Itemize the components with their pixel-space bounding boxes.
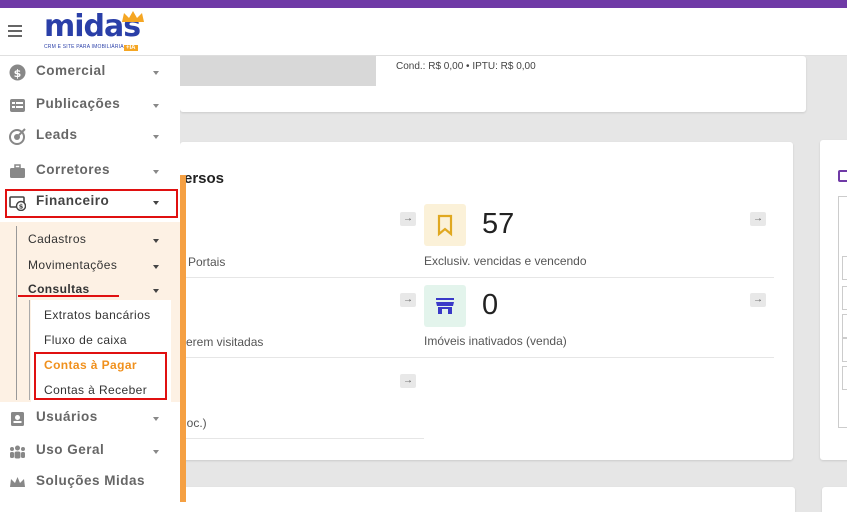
sidebar-item-label: Publicações	[36, 96, 121, 111]
highlight-financeiro	[5, 189, 178, 218]
midas-logo[interactable]: midas CRM E SITE PARA IMOBILIÁRIA +IA	[44, 11, 154, 56]
calendar-card	[820, 140, 847, 460]
stat-label: erem visitadas	[186, 335, 264, 349]
arrow-right-icon[interactable]: →	[750, 293, 766, 307]
calendar-cell[interactable]	[842, 256, 847, 280]
chevron-down-icon	[153, 265, 159, 269]
target-icon	[9, 128, 26, 145]
sidebar-item-solucoes-midas[interactable]: Soluções Midas	[0, 468, 180, 496]
dollar-icon: $	[9, 64, 26, 81]
arrow-right-icon[interactable]: →	[400, 293, 416, 307]
stat-label: Exclusiv. vencidas e vencendo	[424, 254, 587, 268]
divider	[180, 438, 424, 439]
sidebar-item-label: Soluções Midas	[36, 473, 146, 488]
arrow-right-icon[interactable]: →	[400, 212, 416, 226]
submenu-item-movimentacoes[interactable]: Movimentações	[28, 258, 117, 272]
arrow-right-icon[interactable]: →	[750, 212, 766, 226]
stat-value: 57	[482, 208, 515, 240]
sidebar-scroll-accent	[180, 175, 186, 502]
calendar-cell[interactable]	[842, 338, 847, 362]
sidebar-item-leads[interactable]: Leads	[0, 122, 180, 150]
divider	[180, 277, 774, 278]
bookmark-icon	[424, 204, 466, 246]
submenu-item-fluxo-caixa[interactable]: Fluxo de caixa	[44, 333, 127, 347]
arrow-right-icon[interactable]: →	[400, 374, 416, 388]
crown-icon	[122, 11, 144, 22]
stat-value: 0	[482, 289, 499, 321]
card-title: ersos	[184, 170, 225, 187]
submenu-item-extratos[interactable]: Extratos bancários	[44, 308, 151, 322]
submenu-guide-line	[16, 226, 17, 400]
list-icon	[10, 99, 25, 112]
sidebar-item-label: Uso Geral	[36, 442, 105, 457]
chevron-down-icon	[153, 239, 159, 243]
sidebar-item-uso-geral[interactable]: Uso Geral	[0, 437, 180, 465]
stat-label: Portais	[188, 255, 226, 269]
sidebar-item-comercial[interactable]: $ Comercial	[0, 58, 180, 86]
calendar-cell[interactable]	[842, 286, 847, 310]
highlight-consultas-underline	[18, 295, 119, 297]
chevron-down-icon	[153, 135, 159, 139]
sidebar-item-label: Usuários	[36, 409, 98, 424]
bottom-card-right	[822, 487, 847, 512]
submenu-guide-line	[29, 300, 30, 400]
indicators-card: ersos → → → → → Portais erem visitadas (…	[180, 142, 793, 460]
calendar-icon[interactable]	[838, 170, 847, 182]
logo-badge: +IA	[124, 45, 138, 51]
chevron-down-icon	[153, 104, 159, 108]
submenu-item-consultas[interactable]: Consultas	[28, 282, 90, 296]
calendar-grid	[838, 196, 847, 428]
sidebar-item-usuarios[interactable]: Usuários	[0, 404, 180, 432]
chevron-down-icon	[153, 417, 159, 421]
calendar-cell[interactable]	[842, 366, 847, 390]
cond-iptu-text: Cond.: R$ 0,00 • IPTU: R$ 0,00	[396, 61, 536, 72]
sidebar-item-label: Leads	[36, 127, 78, 142]
users-icon	[10, 445, 25, 459]
app-header: midas CRM E SITE PARA IMOBILIÁRIA +IA	[0, 8, 847, 56]
svg-text:$: $	[14, 67, 22, 80]
property-summary-card: Cond.: R$ 0,00 • IPTU: R$ 0,00	[180, 56, 806, 112]
sidebar-item-publicacoes[interactable]: Publicações	[0, 91, 180, 119]
chevron-down-icon	[153, 450, 159, 454]
chevron-down-icon	[153, 71, 159, 75]
highlight-contas	[34, 352, 167, 400]
submenu-item-cadastros[interactable]: Cadastros	[28, 232, 86, 246]
id-card-icon	[11, 412, 24, 426]
chevron-down-icon	[153, 289, 159, 293]
hamburger-menu-icon[interactable]	[8, 25, 22, 37]
sidebar-item-corretores[interactable]: Corretores	[0, 157, 180, 185]
divider	[180, 357, 774, 358]
top-accent-bar	[0, 0, 847, 8]
sidebar-item-label: Comercial	[36, 63, 106, 78]
chevron-down-icon	[153, 170, 159, 174]
sidebar-item-label: Corretores	[36, 162, 111, 177]
store-icon	[424, 285, 466, 327]
calendar-cell[interactable]	[842, 314, 847, 338]
crown-icon	[10, 477, 25, 487]
bottom-card	[180, 487, 795, 512]
image-placeholder	[180, 56, 376, 86]
stat-label: Imóveis inativados (venda)	[424, 334, 567, 348]
briefcase-icon	[10, 164, 25, 178]
